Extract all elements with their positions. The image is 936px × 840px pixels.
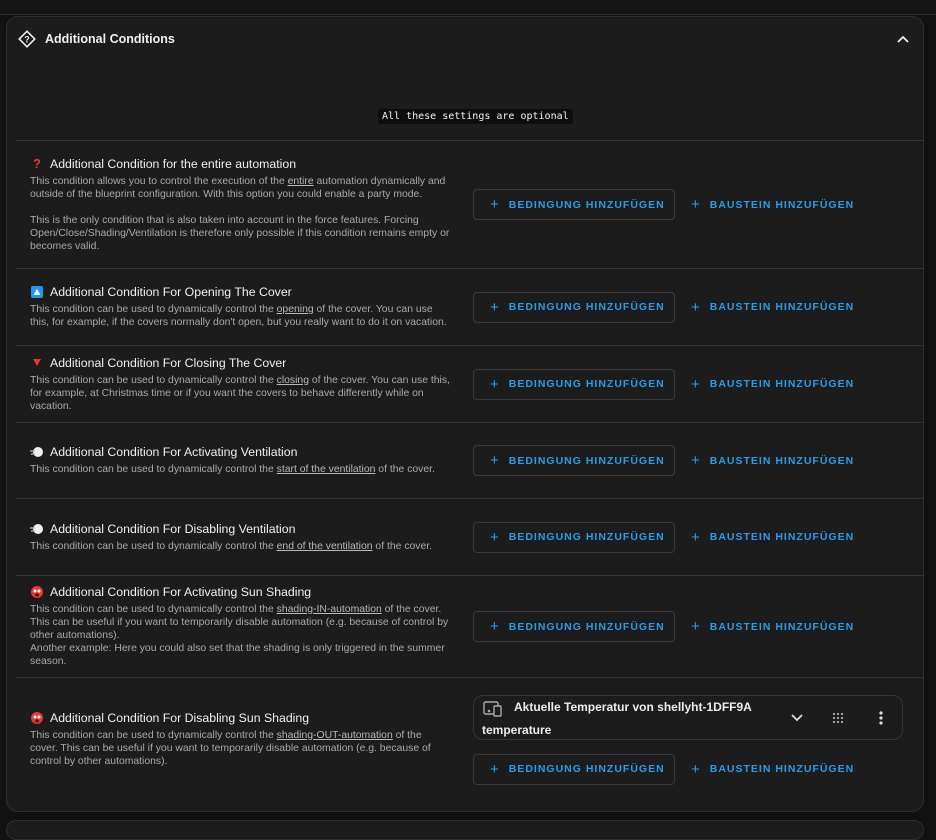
- plus-icon: +: [490, 528, 500, 546]
- optional-note: All these settings are optional: [378, 109, 573, 124]
- add-building-block-button[interactable]: + BAUSTEIN HINZUFÜGEN: [675, 369, 854, 400]
- diamond-question-icon: ?: [17, 29, 37, 49]
- add-building-block-button[interactable]: + BAUSTEIN HINZUFÜGEN: [675, 445, 854, 476]
- hot-face-icon: [30, 711, 44, 725]
- condition-row-entire-automation: ? Additional Condition for the entire aut…: [16, 140, 924, 268]
- entity-name: Aktuelle Temperatur von shellyht-1DFF9A: [514, 699, 752, 714]
- condition-title: Additional Condition For Activating Sun …: [50, 585, 312, 599]
- devices-icon: [483, 700, 503, 722]
- condition-row-activating-ventilation: Additional Condition For Activating Vent…: [16, 422, 924, 498]
- question-mark-icon: ?: [33, 156, 41, 171]
- plus-icon: +: [490, 618, 500, 635]
- add-condition-button[interactable]: + BEDINGUNG HINZUFÜGEN: [473, 189, 675, 220]
- condition-description: This condition can be used to dynamicall…: [30, 304, 447, 328]
- wind-icon: [30, 522, 44, 536]
- svg-text:?: ?: [24, 34, 30, 44]
- add-building-block-button[interactable]: + BAUSTEIN HINZUFÜGEN: [675, 611, 854, 642]
- plus-icon: +: [490, 375, 500, 393]
- plus-icon: +: [691, 618, 701, 635]
- condition-title: Additional Condition For Opening The Cov…: [50, 285, 292, 299]
- section-header[interactable]: ? Additional Conditions: [17, 28, 913, 50]
- chevron-up-icon[interactable]: [893, 29, 913, 49]
- condition-row-opening: Additional Condition For Opening The Cov…: [16, 268, 924, 345]
- plus-icon: +: [490, 196, 500, 213]
- wind-icon: [30, 445, 44, 459]
- plus-icon: +: [691, 452, 701, 469]
- condition-description: This condition can be used to dynamicall…: [30, 730, 431, 767]
- add-condition-button[interactable]: + BEDINGUNG HINZUFÜGEN: [473, 445, 675, 476]
- plus-icon: +: [490, 452, 500, 469]
- plus-icon: +: [691, 298, 701, 316]
- plus-icon: +: [490, 298, 500, 316]
- condition-title: Additional Condition For Disabling Venti…: [50, 521, 296, 536]
- condition-row-activating-sun-shading: Additional Condition For Activating Sun …: [16, 575, 924, 677]
- top-bar: [0, 0, 936, 15]
- condition-title: Additional Condition For Closing The Cov…: [50, 355, 287, 370]
- condition-row-closing: Additional Condition For Closing The Cov…: [16, 345, 924, 422]
- condition-title: Additional Condition for the entire auto…: [50, 156, 297, 171]
- up-button-icon: [30, 285, 44, 299]
- plus-icon: +: [691, 528, 701, 546]
- add-condition-button[interactable]: + BEDINGUNG HINZUFÜGEN: [473, 611, 675, 642]
- condition-title: Additional Condition For Disabling Sun S…: [50, 711, 310, 725]
- add-building-block-button[interactable]: + BAUSTEIN HINZUFÜGEN: [675, 754, 854, 785]
- plus-icon: +: [691, 196, 701, 213]
- add-building-block-button[interactable]: + BAUSTEIN HINZUFÜGEN: [675, 522, 854, 553]
- add-building-block-button[interactable]: + BAUSTEIN HINZUFÜGEN: [675, 292, 854, 323]
- condition-description: This condition can be used to dynamicall…: [30, 604, 449, 667]
- entity-attribute: temperature: [482, 722, 552, 737]
- down-triangle-icon: [30, 356, 44, 370]
- plus-icon: +: [691, 375, 701, 393]
- plus-icon: +: [691, 760, 701, 778]
- add-condition-button[interactable]: + BEDINGUNG HINZUFÜGEN: [473, 291, 675, 323]
- next-section-card: [6, 820, 924, 840]
- condition-title: Additional Condition For Activating Vent…: [50, 445, 298, 459]
- condition-description: This condition can be used to dynamicall…: [30, 464, 435, 475]
- add-condition-button[interactable]: + BEDINGUNG HINZUFÜGEN: [473, 753, 675, 785]
- condition-description: This condition allows you to control the…: [30, 175, 450, 252]
- add-condition-button[interactable]: + BEDINGUNG HINZUFÜGEN: [473, 368, 675, 400]
- chevron-down-icon[interactable]: [787, 708, 807, 728]
- additional-conditions-section: ? Additional Conditions All these settin…: [6, 16, 924, 812]
- drag-handle-icon[interactable]: [828, 708, 848, 728]
- plus-icon: +: [490, 760, 500, 778]
- more-options-icon[interactable]: [871, 708, 891, 728]
- condition-description: This condition can be used to dynamicall…: [30, 374, 450, 412]
- section-title: Additional Conditions: [45, 32, 175, 46]
- add-building-block-button[interactable]: + BAUSTEIN HINZUFÜGEN: [675, 189, 854, 220]
- condition-row-disabling-ventilation: Additional Condition For Disabling Venti…: [16, 498, 924, 575]
- hot-face-icon: [30, 585, 44, 599]
- entity-condition-card[interactable]: Aktuelle Temperatur von shellyht-1DFF9A …: [473, 694, 903, 740]
- condition-row-disabling-sun-shading: Additional Condition For Disabling Sun S…: [16, 677, 924, 801]
- add-condition-button[interactable]: + BEDINGUNG HINZUFÜGEN: [473, 521, 675, 553]
- condition-description: This condition can be used to dynamicall…: [30, 540, 433, 552]
